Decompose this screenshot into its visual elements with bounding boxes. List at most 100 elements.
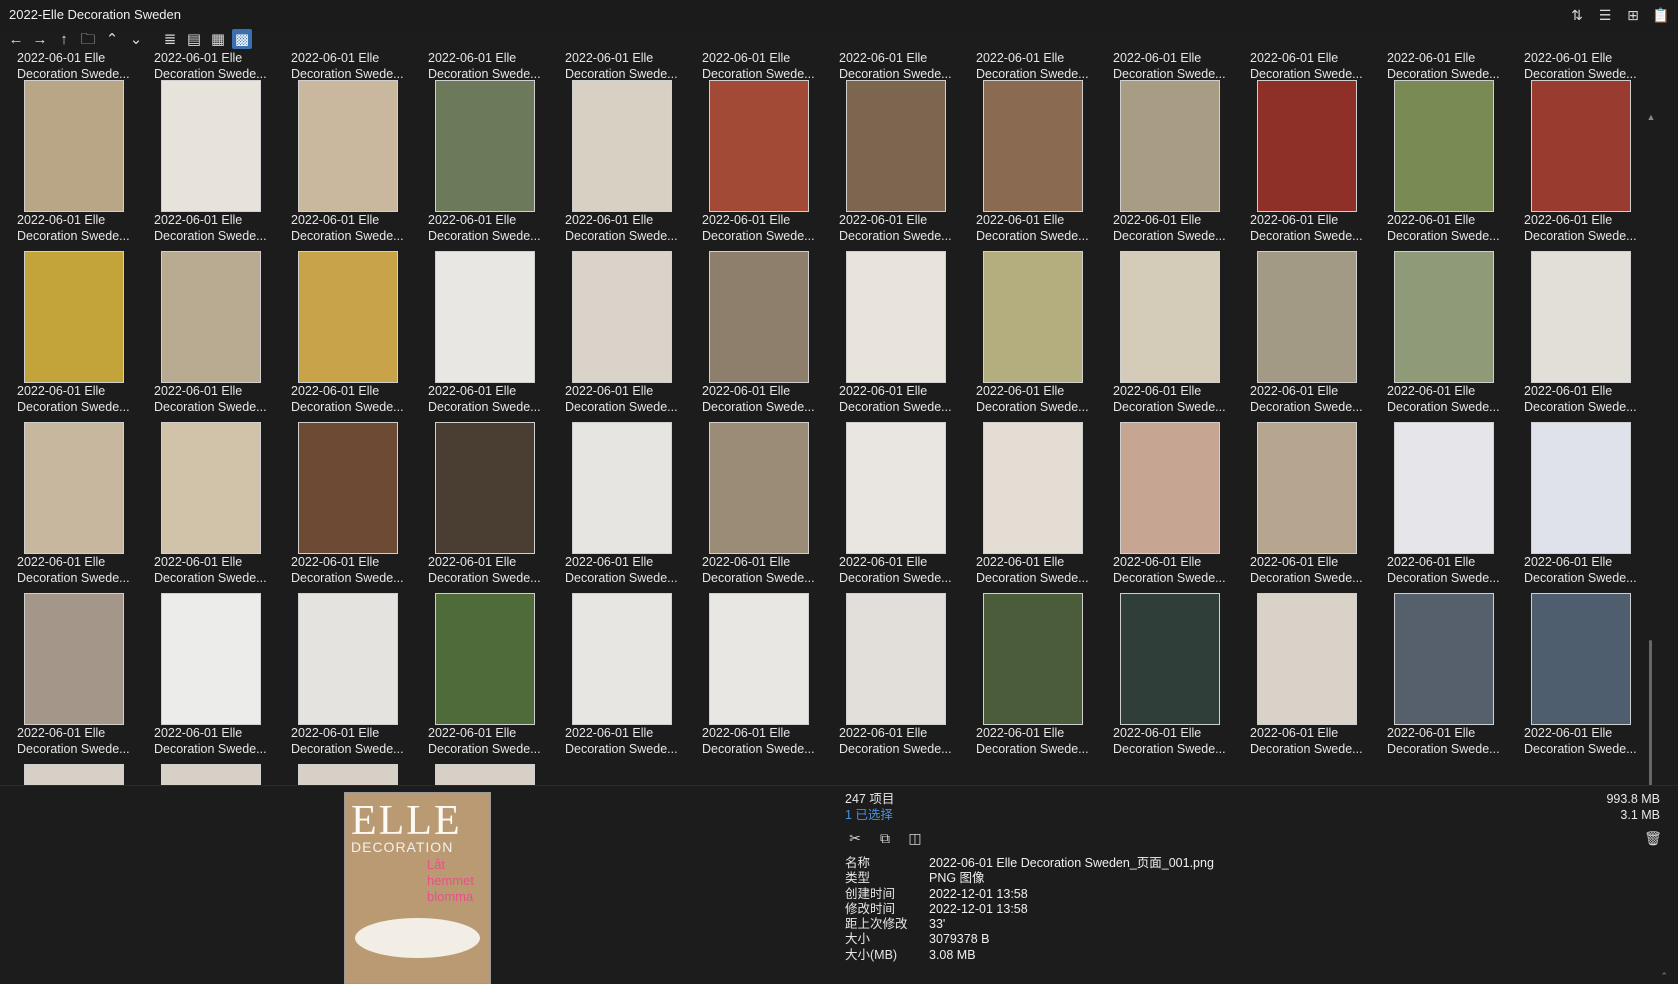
cut-icon[interactable]: ✂	[846, 829, 864, 847]
page-thumbnail[interactable]	[24, 422, 124, 554]
tiles-view-icon[interactable]: ▦	[208, 29, 228, 49]
page-thumbnail[interactable]	[572, 80, 672, 212]
thumbnail-item[interactable]: 2022-06-01 Elle Decoration Swede...	[699, 251, 836, 422]
thumbnail-caption[interactable]: 2022-06-01 Elle Decoration Swede...	[151, 48, 288, 81]
page-thumbnail[interactable]	[1257, 251, 1357, 383]
page-thumbnail[interactable]	[1120, 251, 1220, 383]
thumbnail-item[interactable]: 2022-06-01 Elle Decoration Swede...	[151, 80, 288, 251]
thumbnail-caption[interactable]: 2022-06-01 Elle Decoration Swede...	[1247, 48, 1384, 81]
chevron-down-icon[interactable]: ⌄	[126, 29, 146, 49]
page-thumbnail[interactable]	[572, 593, 672, 725]
sort-icon[interactable]: ⇅	[1568, 6, 1586, 24]
thumbnail-item[interactable]: 2022-06-01 Elle Decoration Swede...	[699, 422, 836, 593]
page-thumbnail[interactable]	[435, 251, 535, 383]
thumbnail-item[interactable]	[288, 764, 425, 785]
page-thumbnail[interactable]	[572, 422, 672, 554]
page-thumbnail[interactable]	[161, 422, 261, 554]
page-thumbnail[interactable]	[435, 422, 535, 554]
details-view-icon[interactable]: ☰	[1596, 6, 1614, 24]
scroll-up-icon[interactable]: ▲	[1646, 112, 1656, 122]
page-thumbnail[interactable]	[1257, 80, 1357, 212]
scroll-thumb[interactable]	[1649, 640, 1652, 785]
vertical-scrollbar[interactable]: ▲ ▼	[1646, 100, 1656, 785]
thumbnail-item[interactable]: 2022-06-01 Elle Decoration Swede...	[151, 593, 288, 764]
up-arrow-icon[interactable]: ↑	[54, 29, 74, 49]
thumbnail-item[interactable]: 2022-06-01 Elle Decoration Swede...	[14, 593, 151, 764]
thumbnail-item[interactable]: 2022-06-01 Elle Decoration Swede...	[425, 593, 562, 764]
page-thumbnail[interactable]	[161, 764, 261, 785]
thumbnail-item[interactable]	[425, 764, 562, 785]
thumbnail-item[interactable]: 2022-06-01 Elle Decoration Swede...	[1384, 80, 1521, 251]
page-thumbnail[interactable]	[1120, 422, 1220, 554]
thumbnail-item[interactable]: 2022-06-01 Elle Decoration Swede...	[562, 593, 699, 764]
thumbnail-item[interactable]: 2022-06-01 Elle Decoration Swede...	[1247, 80, 1384, 251]
thumbnail-item[interactable]: 2022-06-01 Elle Decoration Swede...	[425, 251, 562, 422]
thumbnail-item[interactable]: 2022-06-01 Elle Decoration Swede...	[836, 593, 973, 764]
page-thumbnail[interactable]	[298, 764, 398, 785]
thumbnail-item[interactable]: 2022-06-01 Elle Decoration Swede...	[151, 251, 288, 422]
thumbnail-caption[interactable]: 2022-06-01 Elle Decoration Swede...	[288, 48, 425, 81]
thumbnail-caption[interactable]: 2022-06-01 Elle Decoration Swede...	[562, 48, 699, 81]
thumbnail-item[interactable]: 2022-06-01 Elle Decoration Swede...	[973, 80, 1110, 251]
clipboard-icon[interactable]: 📋	[1652, 6, 1670, 24]
details-list-icon[interactable]: ▤	[184, 29, 204, 49]
page-thumbnail[interactable]	[846, 593, 946, 725]
thumbnail-item[interactable]: 2022-06-01 Elle Decoration Swede...	[288, 593, 425, 764]
page-thumbnail[interactable]	[435, 764, 535, 785]
thumbnail-item[interactable]: 2022-06-01 Elle Decoration Swede...	[1110, 251, 1247, 422]
page-thumbnail[interactable]	[983, 251, 1083, 383]
thumbnail-item[interactable]: 2022-06-01 Elle Decoration Swede...	[562, 422, 699, 593]
thumbnail-item[interactable]: 2022-06-01 Elle Decoration Swede...	[1521, 80, 1658, 251]
thumbnail-item[interactable]: 2022-06-01 Elle Decoration Swede...	[699, 80, 836, 251]
thumbnail-item[interactable]: 2022-06-01 Elle Decoration Swede...	[151, 422, 288, 593]
page-thumbnail[interactable]	[24, 764, 124, 785]
thumbnail-item[interactable]: 2022-06-01 Elle Decoration Swede...	[973, 593, 1110, 764]
thumbnail-item[interactable]: 2022-06-01 Elle Decoration Swede...	[1110, 80, 1247, 251]
thumbnail-item[interactable]: 2022-06-01 Elle Decoration Swede...	[1247, 422, 1384, 593]
thumbnail-item[interactable]: 2022-06-01 Elle Decoration Swede...	[973, 422, 1110, 593]
thumbnail-item[interactable]: 2022-06-01 Elle Decoration Swede...	[425, 80, 562, 251]
page-thumbnail[interactable]	[161, 80, 261, 212]
selected-count[interactable]: 1 已选择	[845, 807, 894, 823]
copy-icon[interactable]: ⧉	[876, 829, 894, 847]
thumbnail-caption[interactable]: 2022-06-01 Elle Decoration Swede...	[14, 48, 151, 81]
page-thumbnail[interactable]	[983, 593, 1083, 725]
thumbnail-caption[interactable]: 2022-06-01 Elle Decoration Swede...	[699, 48, 836, 81]
thumbnail-item[interactable]: 2022-06-01 Elle Decoration Swede...	[1521, 251, 1658, 422]
page-thumbnail[interactable]	[709, 80, 809, 212]
thumbnail-item[interactable]: 2022-06-01 Elle Decoration Swede...	[1384, 593, 1521, 764]
thumbnail-item[interactable]: 2022-06-01 Elle Decoration Swede...	[562, 80, 699, 251]
page-thumbnail[interactable]	[1531, 593, 1631, 725]
page-thumbnail[interactable]	[846, 422, 946, 554]
page-thumbnail[interactable]	[298, 80, 398, 212]
thumbnail-item[interactable]	[14, 764, 151, 785]
trash-icon[interactable]: 🗑	[1644, 829, 1662, 847]
page-thumbnail[interactable]	[572, 251, 672, 383]
thumbnail-caption[interactable]: 2022-06-01 Elle Decoration Swede...	[836, 48, 973, 81]
page-thumbnail[interactable]	[709, 251, 809, 383]
page-thumbnail[interactable]	[1394, 593, 1494, 725]
thumbnail-item[interactable]: 2022-06-01 Elle Decoration Swede...	[1247, 593, 1384, 764]
expand-icon[interactable]: ⌃	[1660, 971, 1668, 982]
thumbnail-item[interactable]: 2022-06-01 Elle Decoration Swede...	[836, 80, 973, 251]
page-thumbnail[interactable]	[298, 251, 398, 383]
thumbnail-caption[interactable]: 2022-06-01 Elle Decoration Swede...	[425, 48, 562, 81]
new-folder-icon[interactable]: 🗀	[78, 29, 98, 49]
page-thumbnail[interactable]	[1257, 593, 1357, 725]
page-thumbnail[interactable]	[435, 593, 535, 725]
page-thumbnail[interactable]	[1257, 422, 1357, 554]
copy-path-icon[interactable]: ◫	[906, 829, 924, 847]
page-thumbnail[interactable]	[161, 593, 261, 725]
thumbnail-item[interactable]: 2022-06-01 Elle Decoration Swede...	[836, 422, 973, 593]
add-pane-icon[interactable]: ⊞	[1624, 6, 1642, 24]
thumbnail-item[interactable]: 2022-06-01 Elle Decoration Swede...	[288, 80, 425, 251]
page-thumbnail[interactable]	[24, 593, 124, 725]
page-thumbnail[interactable]	[298, 593, 398, 725]
thumbnail-item[interactable]: 2022-06-01 Elle Decoration Swede...	[1110, 422, 1247, 593]
forward-arrow-icon[interactable]: →	[30, 29, 50, 49]
thumbnail-item[interactable]: 2022-06-01 Elle Decoration Swede...	[1247, 251, 1384, 422]
page-thumbnail[interactable]	[24, 80, 124, 212]
thumbnail-caption[interactable]: 2022-06-01 Elle Decoration Swede...	[1110, 48, 1247, 81]
page-thumbnail[interactable]	[1531, 80, 1631, 212]
thumbnail-item[interactable]: 2022-06-01 Elle Decoration Swede...	[14, 422, 151, 593]
